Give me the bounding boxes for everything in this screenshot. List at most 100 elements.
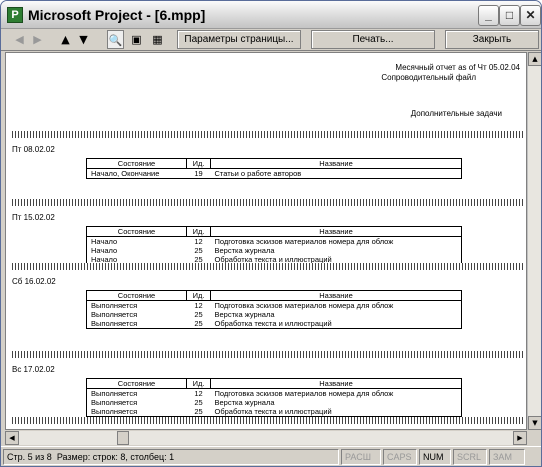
- table-row: Выполняется 25 Обработка текста и иллюстра…: [87, 407, 462, 417]
- table-cell: 25: [194, 319, 203, 328]
- next-page-right-icon[interactable]: ▶: [29, 30, 46, 49]
- print-button[interactable]: Печать...: [311, 30, 435, 49]
- table-cell: 12: [194, 237, 203, 246]
- table-row: Выполняется 25 Верстка журнала: [87, 310, 462, 319]
- zoom-icon[interactable]: 🔍: [107, 30, 124, 49]
- print-preview-toolbar: ◀ ▶ ▲ ▼ 🔍 ▣ ▦ Параметры страницы... Печа…: [1, 29, 541, 51]
- close-window-button[interactable]: ✕: [520, 5, 541, 26]
- table-row: Выполняется 25 Обработка текста и иллюстра…: [87, 319, 462, 329]
- report-header: Месячный отчет as of Чт 05.02.04: [395, 63, 520, 72]
- table-row: Начало 25 Верстка журнала: [87, 246, 462, 255]
- status-size: Размер: строк: 8, столбец: 1: [56, 452, 175, 462]
- group-separator: [12, 417, 524, 424]
- table-cell: 25: [194, 398, 203, 407]
- column-header: Ид.: [186, 158, 211, 169]
- group-date: Сб 16.02.02: [12, 277, 56, 286]
- horizontal-scroll-thumb[interactable]: [117, 431, 129, 445]
- minimize-button[interactable]: _: [478, 5, 499, 26]
- table-row: Выполняется 12 Подготовка эскизов материал…: [87, 301, 462, 310]
- table-cell: Подготовка эскизов материалов номера для…: [214, 237, 394, 246]
- column-header: Состояние: [86, 226, 187, 237]
- table-cell: Выполняется: [91, 301, 138, 310]
- project-icon[interactable]: P: [7, 7, 23, 23]
- table-cell: Верстка журнала: [214, 246, 275, 255]
- status-ovr: ЗАМ: [489, 449, 525, 465]
- scroll-right-icon[interactable]: ▶: [513, 431, 527, 445]
- task-table: Состояние Ид. Название Начало, Окончание 19 С…: [86, 158, 462, 179]
- table-cell: 25: [194, 407, 203, 416]
- prev-page-left-icon[interactable]: ◀: [11, 30, 28, 49]
- group-separator: [12, 131, 524, 138]
- status-bar: Стр. 5 из 8 Размер: строк: 8, столбец: 1…: [1, 446, 541, 466]
- table-cell: Выполняется: [91, 310, 138, 319]
- multiple-pages-icon[interactable]: ▦: [149, 30, 166, 49]
- status-caps: CAPS: [383, 449, 417, 465]
- page-setup-button[interactable]: Параметры страницы...: [177, 30, 301, 49]
- report-file-label: Сопроводительный файл: [381, 73, 476, 82]
- table-cell: Выполняется: [91, 407, 138, 416]
- column-header: Название: [210, 158, 462, 169]
- scroll-down-icon[interactable]: ▼: [528, 416, 541, 430]
- window-title: Microsoft Project - [6.mpp]: [28, 7, 206, 23]
- table-cell: Начало: [91, 246, 118, 255]
- status-ext: РАСШ: [341, 449, 381, 465]
- column-header: Состояние: [86, 158, 187, 169]
- close-preview-button[interactable]: Закрыть: [445, 30, 539, 49]
- column-header: Название: [210, 290, 462, 301]
- preview-page[interactable]: Месячный отчет as of Чт 05.02.04 Сопрово…: [5, 52, 527, 430]
- table-cell: Статьи о работе авторов: [214, 169, 302, 178]
- column-header: Название: [210, 226, 462, 237]
- table-row: Начало, Окончание 19 Статьи о работе автор…: [87, 169, 462, 179]
- group-separator: [12, 199, 524, 206]
- table-cell: Выполняется: [91, 319, 138, 328]
- horizontal-scrollbar[interactable]: ◀ ▶: [5, 431, 527, 445]
- table-row: Выполняется 25 Верстка журнала: [87, 398, 462, 407]
- table-cell: Начало, Окончание: [91, 169, 160, 178]
- page-up-icon[interactable]: ▲: [57, 30, 74, 49]
- table-header-row: Состояние Ид. Название: [86, 226, 462, 237]
- column-header: Ид.: [186, 226, 211, 237]
- table-cell: Обработка текста и иллюстраций: [214, 319, 332, 328]
- scroll-up-icon[interactable]: ▲: [528, 52, 541, 66]
- app-window: P Microsoft Project - [6.mpp] _ □ ✕ ◀ ▶ …: [0, 0, 542, 467]
- status-scrl: SCRL: [453, 449, 487, 465]
- title-bar[interactable]: P Microsoft Project - [6.mpp] _ □ ✕: [1, 1, 541, 29]
- group-date: Пт 15.02.02: [12, 213, 55, 222]
- column-header: Состояние: [86, 378, 187, 389]
- table-cell: Верстка журнала: [214, 310, 275, 319]
- table-cell: Выполняется: [91, 389, 138, 398]
- report-subtitle: Дополнительные задачи: [410, 109, 502, 118]
- status-page: Стр. 5 из 8: [7, 452, 52, 462]
- one-page-icon[interactable]: ▣: [128, 30, 145, 49]
- table-header-row: Состояние Ид. Название: [86, 158, 462, 169]
- column-header: Состояние: [86, 290, 187, 301]
- maximize-button[interactable]: □: [499, 5, 520, 26]
- status-num: NUM: [419, 449, 451, 465]
- column-header: Ид.: [186, 290, 211, 301]
- table-row: Начало 12 Подготовка эскизов материалов но…: [87, 237, 462, 246]
- table-cell: Подготовка эскизов материалов номера для…: [214, 389, 394, 398]
- table-cell: 25: [194, 246, 203, 255]
- group-separator: [12, 263, 524, 270]
- column-header: Название: [210, 378, 462, 389]
- table-cell: 25: [194, 310, 203, 319]
- group-separator: [12, 351, 524, 358]
- page-down-icon[interactable]: ▼: [75, 30, 92, 49]
- table-cell: Обработка текста и иллюстраций: [214, 407, 332, 416]
- scroll-left-icon[interactable]: ◀: [5, 431, 19, 445]
- vertical-scrollbar[interactable]: ▲ ▼: [527, 52, 541, 430]
- task-table: Состояние Ид. Название Начало 12 Подготовка э…: [86, 226, 462, 265]
- table-header-row: Состояние Ид. Название: [86, 290, 462, 301]
- group-date: Пт 08.02.02: [12, 145, 55, 154]
- table-cell: 12: [194, 389, 203, 398]
- status-page-info: Стр. 5 из 8 Размер: строк: 8, столбец: 1: [3, 449, 339, 465]
- table-cell: 19: [194, 169, 203, 178]
- group-date: Вс 17.02.02: [12, 365, 55, 374]
- column-header: Ид.: [186, 378, 211, 389]
- table-cell: Подготовка эскизов материалов номера для…: [214, 301, 394, 310]
- table-cell: 12: [194, 301, 203, 310]
- task-table: Состояние Ид. Название Выполняется 12 Подгото…: [86, 378, 462, 417]
- table-row: Выполняется 12 Подготовка эскизов материал…: [87, 389, 462, 398]
- table-cell: Начало: [91, 237, 118, 246]
- table-cell: Верстка журнала: [214, 398, 275, 407]
